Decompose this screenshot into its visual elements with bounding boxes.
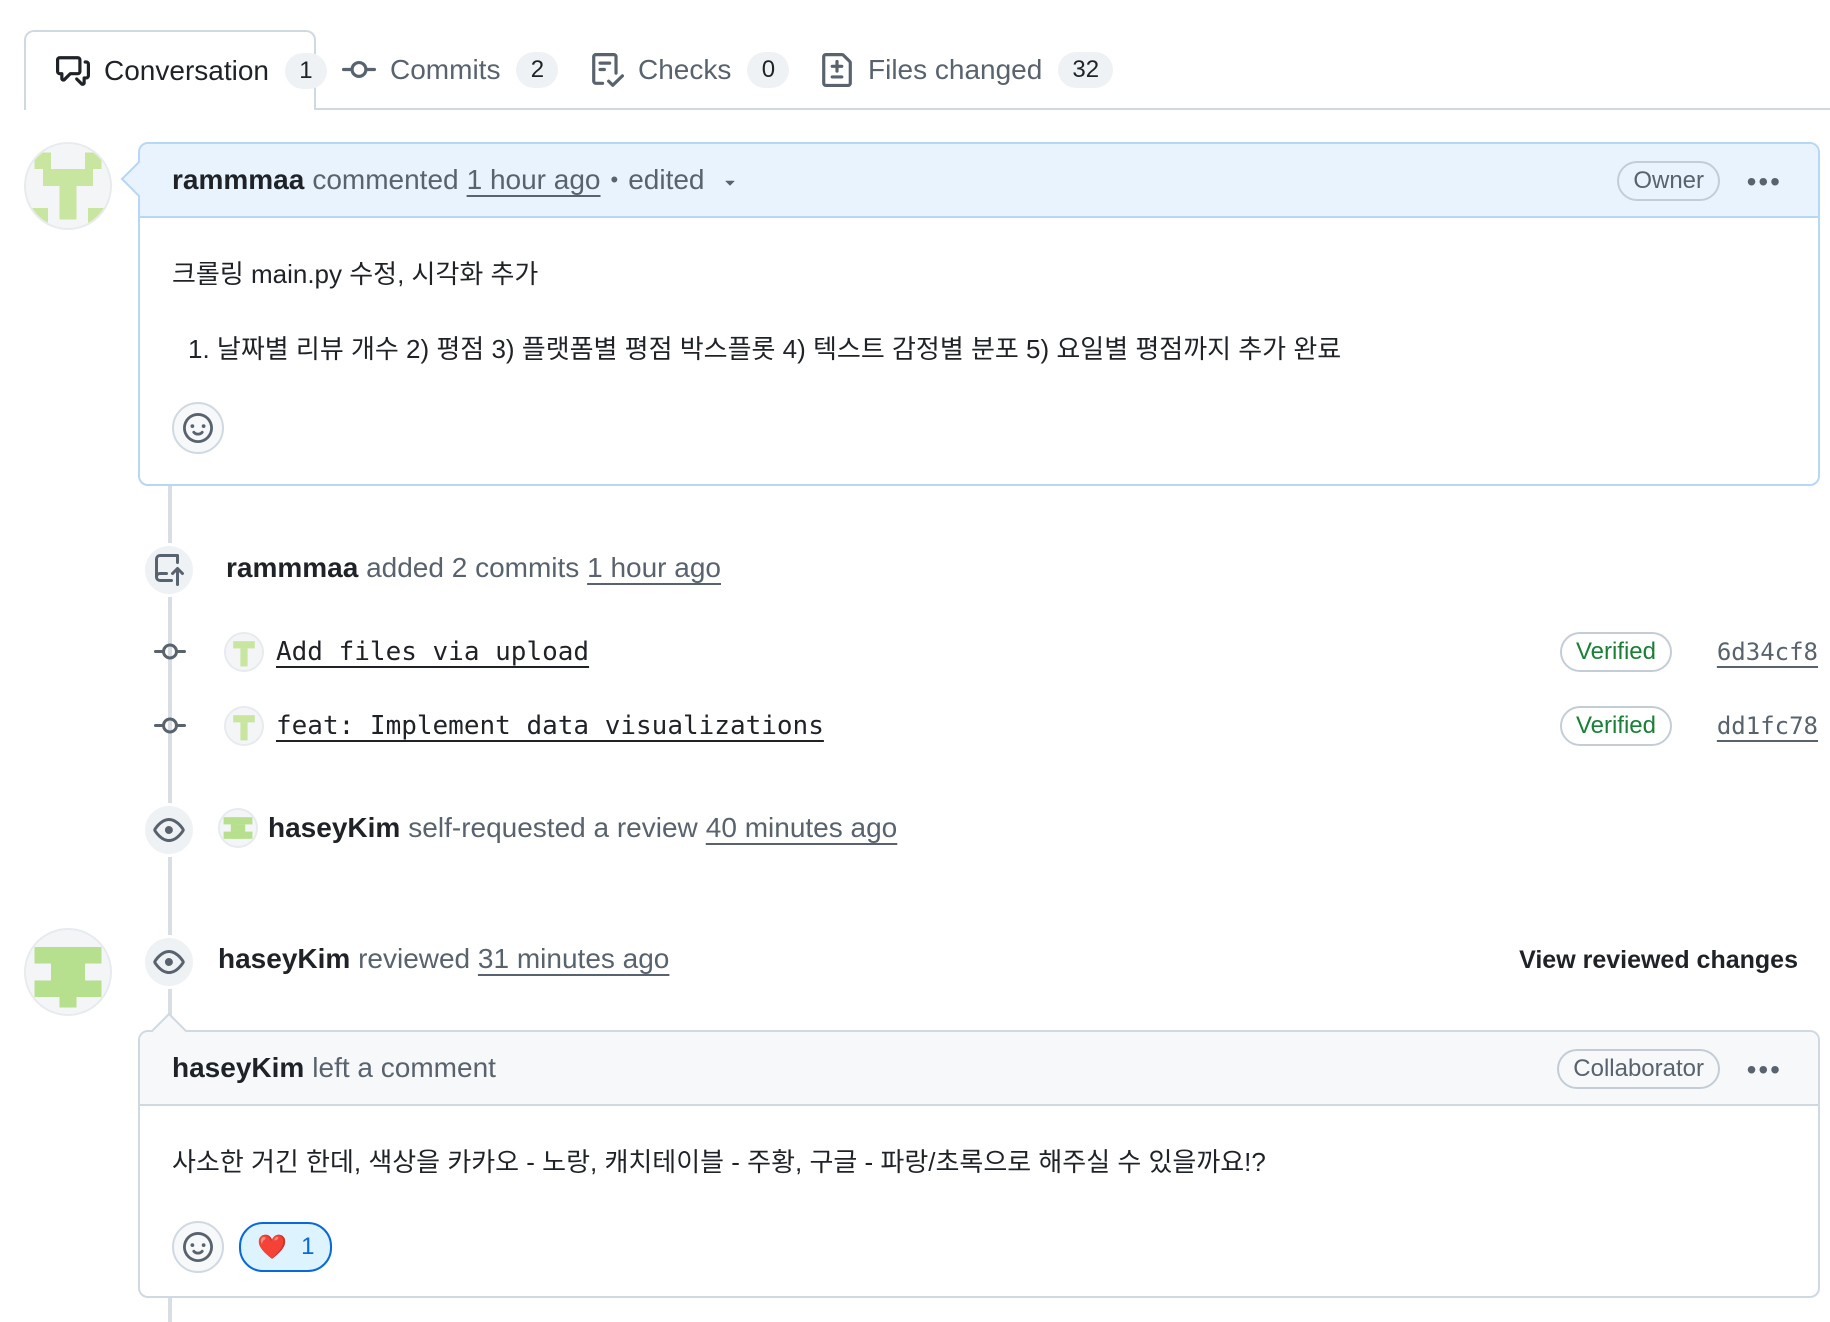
review-request-text: haseyKim self-requested a review 40 minu… (218, 808, 897, 848)
commits-event-text: rammmaa added 2 commits 1 hour ago (226, 552, 721, 584)
separator-dot: • (610, 167, 619, 192)
smiley-icon (183, 413, 213, 443)
git-commit-icon (140, 710, 200, 742)
comment-text: 크롤링 main.py 수정, 시각화 추가 (172, 259, 539, 289)
comment-body: 크롤링 main.py 수정, 시각화 추가 1. 날짜별 리뷰 개수 2) 평… (140, 218, 1818, 478)
comment-box: rammmaa commented 1 hour ago • edited Ow… (120, 142, 1820, 486)
reaction-count: 1 (301, 1233, 315, 1260)
commit-sha-link[interactable]: 6d34cf8 (1717, 638, 1818, 666)
file-diff-icon (820, 53, 854, 87)
smiley-icon (183, 1232, 213, 1262)
add-reaction-button[interactable] (172, 402, 224, 454)
triangle-down-icon (725, 180, 735, 186)
collaborator-badge: Collaborator (1557, 1049, 1720, 1089)
view-reviewed-changes-button[interactable]: View reviewed changes (1519, 946, 1798, 975)
event-action: reviewed (358, 943, 471, 974)
kebab-menu-button[interactable]: ••• (1747, 166, 1782, 198)
add-reaction-button[interactable] (172, 1221, 224, 1273)
eye-icon (142, 935, 196, 989)
avatar[interactable] (218, 808, 258, 848)
git-commit-icon (140, 636, 200, 668)
avatar[interactable] (224, 632, 264, 672)
event-author[interactable]: rammmaa (226, 552, 358, 583)
comment-header: rammmaa commented 1 hour ago • edited Ow… (120, 144, 1818, 218)
event-author[interactable]: haseyKim (218, 943, 350, 974)
edited-label: edited (628, 164, 705, 195)
tab-commits-label: Commits (390, 54, 501, 85)
repo-push-icon (142, 543, 196, 597)
avatar[interactable] (24, 142, 112, 230)
tab-commits[interactable]: Commits 2 (342, 30, 559, 110)
list-item-text: 날짜별 리뷰 개수 2) 평점 3) 플랫폼별 평점 박스플롯 4) 텍스트 감… (216, 334, 1342, 364)
comment-text: 사소한 거긴 한데, 색상을 카카오 - 노랑, 캐치테이블 - 주황, 구글 … (172, 1147, 1266, 1177)
comment-caret (150, 1012, 188, 1050)
comment-header: haseyKim left a comment Collaborator ••• (140, 1012, 1818, 1106)
heart-icon: ❤️ (257, 1233, 288, 1261)
tab-checks-label: Checks (638, 54, 732, 85)
event-action: added 2 commits (366, 552, 580, 583)
tab-commits-count: 2 (516, 52, 559, 88)
tab-conversation-label: Conversation (104, 55, 269, 86)
verified-badge[interactable]: Verified (1559, 706, 1672, 746)
commit-row: Add files via upload Verified 6d34cf8 (140, 627, 1820, 677)
checklist-icon (590, 53, 624, 87)
event-timestamp[interactable]: 1 hour ago (587, 552, 721, 583)
event-author[interactable]: haseyKim (268, 812, 400, 844)
tab-files-changed-label: Files changed (868, 54, 1043, 85)
comment-timestamp[interactable]: 1 hour ago (467, 164, 601, 196)
comment-action: commented (312, 164, 459, 195)
comment-discussion-icon (56, 54, 90, 88)
tab-checks[interactable]: Checks 0 (590, 30, 790, 110)
tab-conversation-count: 1 (284, 53, 327, 89)
tab-files-changed[interactable]: Files changed 32 (820, 30, 1114, 110)
commit-row: feat: Implement data visualizations Veri… (140, 701, 1820, 751)
list-number: 1. (188, 334, 210, 364)
owner-badge: Owner (1617, 161, 1720, 201)
event-timestamp[interactable]: 40 minutes ago (706, 812, 897, 844)
commit-message-link[interactable]: feat: Implement data visualizations (276, 711, 824, 741)
comment-action: left a comment (312, 1052, 496, 1083)
heart-reaction-button[interactable]: ❤️ 1 (239, 1222, 333, 1272)
event-timestamp[interactable]: 31 minutes ago (478, 943, 669, 974)
pr-tabs: Conversation 1 Commits 2 Checks 0 Files … (24, 30, 1830, 110)
commit-sha-link[interactable]: dd1fc78 (1717, 712, 1818, 740)
comment-author[interactable]: haseyKim (172, 1052, 304, 1084)
review-comment-box: haseyKim left a comment Collaborator •••… (138, 1012, 1820, 1298)
avatar[interactable] (224, 706, 264, 746)
verified-badge[interactable]: Verified (1559, 632, 1672, 672)
comment-author[interactable]: rammmaa (172, 164, 304, 196)
commit-message-link[interactable]: Add files via upload (276, 637, 589, 667)
eye-icon (142, 803, 196, 857)
event-action: self-requested a review (408, 812, 698, 843)
edited-dropdown[interactable]: edited (628, 164, 740, 196)
tab-files-changed-count: 32 (1058, 52, 1114, 88)
review-event-text: haseyKim reviewed 31 minutes ago (218, 943, 669, 975)
avatar[interactable] (24, 928, 112, 1016)
kebab-menu-button[interactable]: ••• (1747, 1054, 1782, 1086)
comment-caret (120, 160, 158, 198)
tab-conversation[interactable]: Conversation 1 (24, 30, 327, 110)
git-commit-icon (342, 53, 376, 87)
comment-body: 사소한 거긴 한데, 색상을 카카오 - 노랑, 캐치테이블 - 주황, 구글 … (140, 1106, 1818, 1297)
tab-checks-count: 0 (747, 52, 790, 88)
comment-list-item: 1. 날짜별 리뷰 개수 2) 평점 3) 플랫폼별 평점 박스플롯 4) 텍스… (172, 329, 1786, 366)
